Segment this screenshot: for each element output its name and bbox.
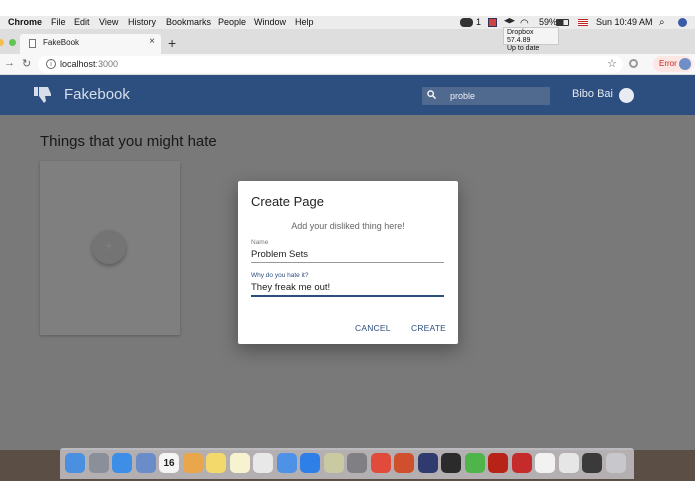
cancel-button[interactable]: CANCEL [355,323,391,333]
flag-icon[interactable] [578,19,588,26]
profile-avatar-icon [679,58,691,70]
create-page-dialog: Create Page Add your disliked thing here… [238,181,458,344]
python-icon[interactable] [417,453,438,473]
search-field[interactable]: proble [422,87,550,105]
minimize-window-button[interactable] [0,39,4,46]
tooltip-line-status: Up to date [507,45,540,52]
wechat-icon[interactable] [464,453,485,473]
menu-history[interactable]: History [128,16,156,29]
forward-icon[interactable]: → [4,57,15,69]
appstore-icon[interactable] [300,453,320,473]
dropbox-icon[interactable] [504,18,515,24]
search-input[interactable]: proble [450,91,475,101]
search-icon [427,90,436,99]
zoom-window-button[interactable] [9,39,16,46]
preview-icon[interactable] [135,453,156,473]
dialog-title: Create Page [251,194,324,209]
screen-top-strip [0,0,695,16]
close-tab-icon[interactable]: × [149,36,155,47]
tab-fakebook[interactable]: FakeBook × [20,34,161,54]
menu-window[interactable]: Window [254,16,286,29]
calendar-icon[interactable]: 16 [159,453,179,473]
reason-field-label: Why do you hate it? [251,272,309,279]
user-avatar-icon[interactable] [619,88,634,103]
menu-view[interactable]: View [99,16,118,29]
url-host: localhost [60,59,96,69]
menu-edit[interactable]: Edit [74,16,90,29]
finder-icon[interactable] [65,453,85,473]
screenshot-icon[interactable] [558,453,579,473]
menu-file[interactable]: File [51,16,66,29]
launchpad-icon[interactable] [88,453,109,473]
profile-error-button[interactable]: Error [653,56,693,72]
document-icon[interactable] [535,453,555,473]
menu-people[interactable]: People [218,16,246,29]
app-header: Fakebook proble Bibo Bai [0,75,695,115]
chrome-icon[interactable] [370,453,391,473]
acrobat-icon[interactable] [488,453,508,473]
system-preferences-icon[interactable] [347,453,367,473]
menu-help[interactable]: Help [295,16,314,29]
thumbs-down-icon[interactable] [34,87,52,103]
brand-name[interactable]: Fakebook [64,86,130,103]
menu-clock[interactable]: Sun 10:49 AM [596,16,653,29]
tooltip-line-version: Dropbox 57.4.89 [507,29,534,44]
notes-icon[interactable] [229,453,250,473]
menu-bar: Chrome File Edit View History Bookmarks … [0,16,695,29]
dialog-subtitle: Add your disliked thing here! [291,221,405,231]
dropbox-tooltip: Dropbox 57.4.89 Up to date [503,27,559,52]
error-label: Error [659,59,677,68]
url-text[interactable]: localhost:3000 [60,59,118,69]
wechat-status-icon[interactable] [460,18,473,27]
display-icon[interactable] [582,453,602,473]
photos-icon[interactable] [182,453,203,473]
omnibox[interactable]: i localhost:3000 ☆ [38,56,623,73]
siri-icon[interactable] [678,18,687,27]
status-app-icon[interactable] [488,18,497,27]
safari-icon[interactable] [112,453,132,473]
url-port: :3000 [95,59,119,69]
messages-icon[interactable] [276,453,297,473]
screen-bottom-strip [0,481,695,494]
wechat-badge: 1 [476,17,482,27]
textedit-icon[interactable] [253,453,273,473]
stickies-icon[interactable] [206,453,226,473]
tab-strip: FakeBook × + [0,29,695,54]
menu-app-chrome[interactable]: Chrome [8,16,42,29]
create-button[interactable]: CREATE [411,323,446,333]
spotlight-icon[interactable]: ⌕ [659,16,665,29]
menu-bookmarks[interactable]: Bookmarks [166,16,211,29]
reload-icon[interactable]: ↻ [22,57,31,70]
new-tab-button[interactable]: + [168,35,176,51]
page-icon [29,39,36,48]
powerpoint-icon[interactable] [394,453,414,473]
trash-icon[interactable] [605,453,626,473]
rm-icon[interactable] [511,453,532,473]
terminal-icon[interactable] [441,453,461,473]
name-field-label: Name [251,239,269,246]
battery-icon[interactable] [556,19,569,26]
dock: 16 [60,448,634,479]
tab-title: FakeBook [43,38,80,47]
address-bar: → ↻ i localhost:3000 ☆ Error [0,54,695,75]
bookmark-star-icon[interactable]: ☆ [607,57,617,70]
name-field[interactable]: Problem Sets [251,249,444,263]
reason-field[interactable]: They freak me out! [251,282,444,297]
pencil-icon[interactable] [323,453,344,473]
extension-icon[interactable] [629,59,638,68]
user-name[interactable]: Bibo Bai [572,88,613,100]
info-icon[interactable]: i [46,59,56,69]
